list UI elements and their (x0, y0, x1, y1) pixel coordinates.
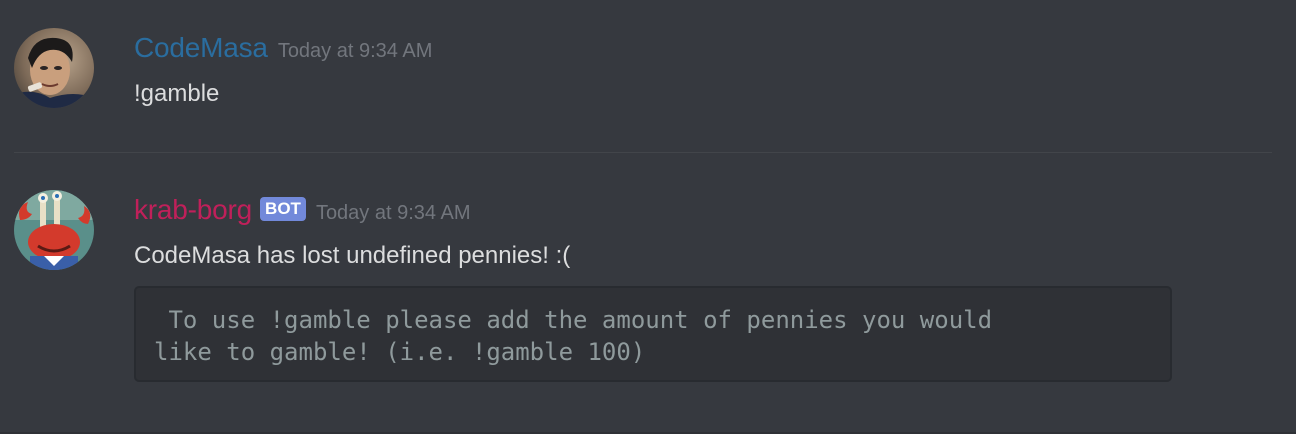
code-block: To use !gamble please add the amount of … (134, 286, 1172, 382)
message-timestamp: Today at 9:34 AM (277, 39, 433, 62)
message-header: krab-borg BOT Today at 9:34 AM (134, 190, 470, 230)
message-content: CodeMasa has lost undefined pennies! :( (134, 242, 571, 269)
author-name[interactable]: krab-borg (134, 193, 252, 227)
message-content: !gamble (134, 80, 220, 107)
bot-avatar[interactable] (14, 190, 94, 270)
chat-messages: CodeMasa Today at 9:34 AM !gamble krab-b… (0, 0, 1296, 434)
message-group: CodeMasa Today at 9:34 AM !gamble (0, 0, 1296, 152)
code-block-text: To use !gamble please add the amount of … (154, 306, 993, 366)
message-timestamp: Today at 9:34 AM (315, 201, 471, 224)
bot-badge: BOT (260, 197, 306, 221)
message-header: CodeMasa Today at 9:34 AM (134, 28, 432, 68)
crab-avatar-icon (14, 190, 94, 270)
user-avatar[interactable] (14, 28, 94, 108)
avatar-photo-icon (14, 28, 94, 108)
author-name[interactable]: CodeMasa (134, 31, 268, 65)
message-group: krab-borg BOT Today at 9:34 AM CodeMasa … (0, 153, 1296, 432)
